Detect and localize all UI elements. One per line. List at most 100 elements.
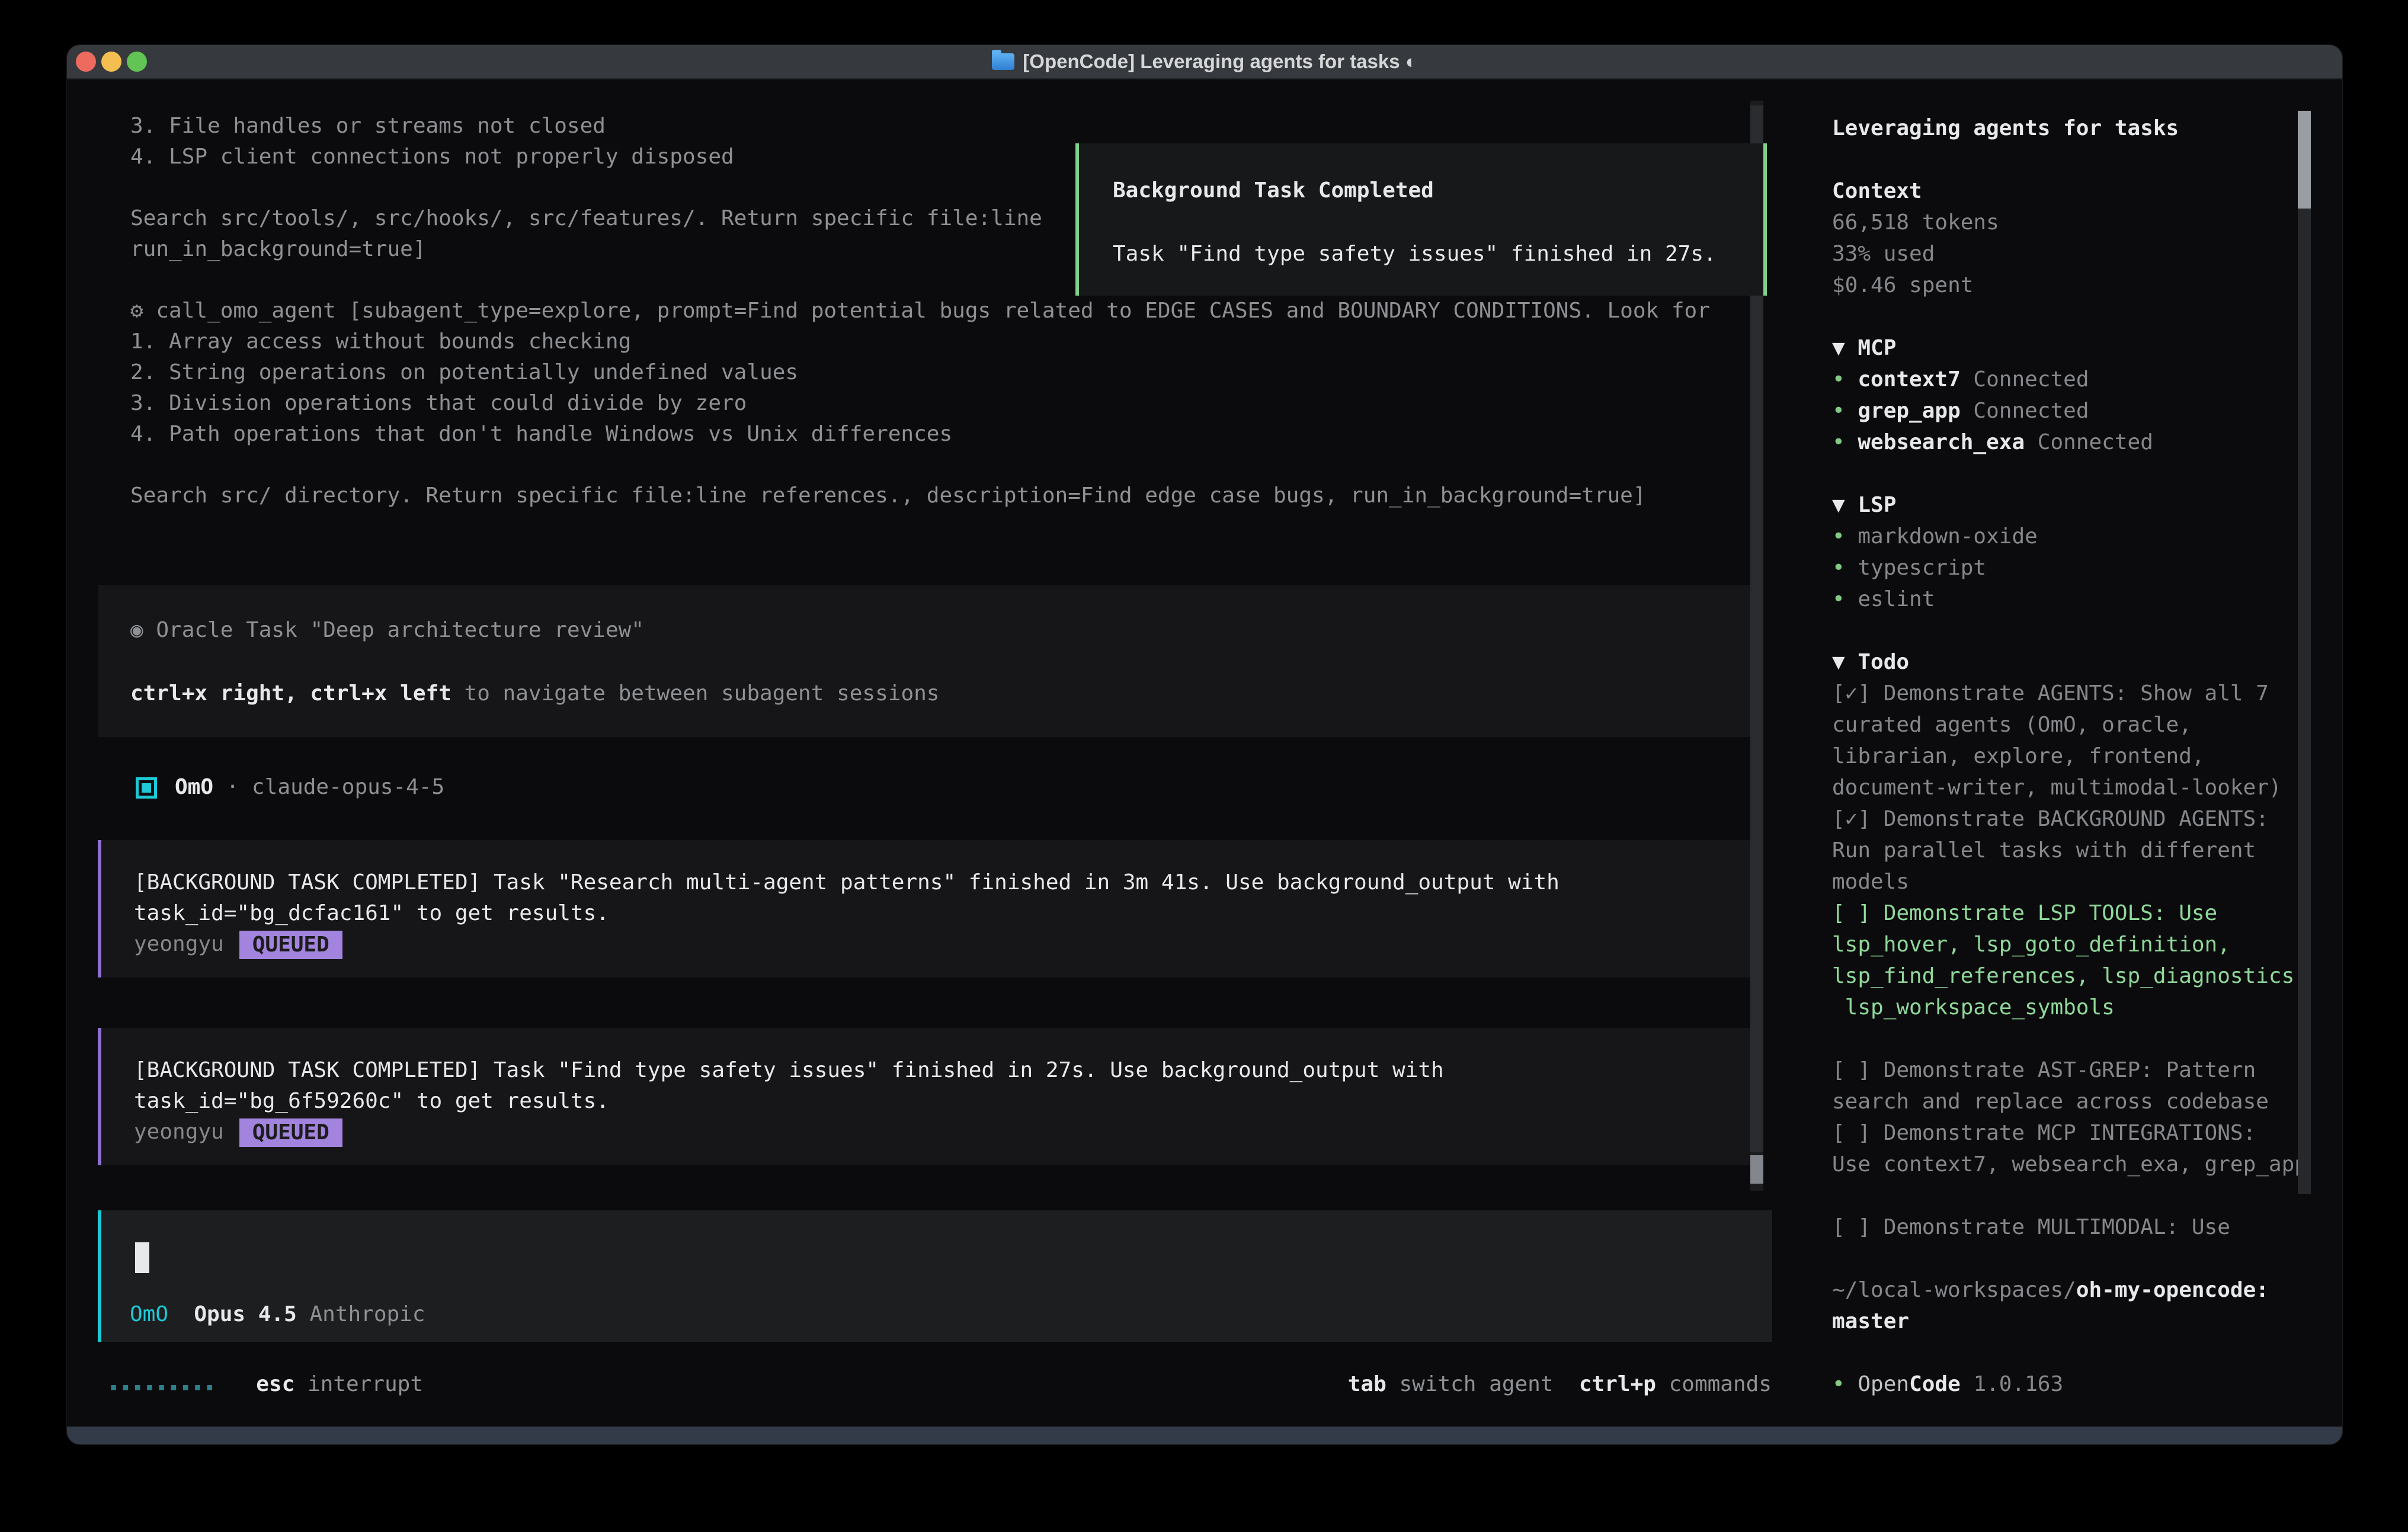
tool-call-text: call_omo_agent [subagent_type=explore, p… [143,299,1710,323]
oracle-bullet-icon: ◉ [130,618,156,642]
todo-line: [✓] Demonstrate AGENTS: Show all 7 [1832,678,2269,709]
tool-call-line: Search src/ directory. Return specific f… [130,480,1646,511]
context-spent: $0.46 spent [1832,270,1973,301]
oracle-task-title: Oracle Task "Deep architecture review" [156,618,644,642]
app-name-bold: Code [1909,1372,1961,1396]
input-agent-label: OmO [130,1302,168,1326]
status-dot-icon: • [1832,587,1858,611]
status-dot-icon: • [1832,556,1858,580]
transcript-line: Search src/tools/, src/hooks/, src/featu… [130,203,1042,234]
titlebar[interactable]: [OpenCode] Leveraging agents for tasks ◐ [67,45,2342,79]
esc-key-hint: esc [256,1372,294,1396]
todo-line: [ ] Demonstrate AST-GREP: Pattern [1832,1055,2256,1086]
todo-line: models [1832,867,1909,898]
terminal-window: [OpenCode] Leveraging agents for tasks ◐… [67,45,2342,1444]
status-dot-icon: • [1832,430,1858,454]
tool-call-item: 1. Array access without bounds checking [130,326,631,357]
sidebar-context-heading: Context [1832,176,1922,207]
statusbar-left: ▪▪▪▪▪▪▪▪▪ esc interrupt [110,1369,423,1400]
minimize-button[interactable] [101,52,121,72]
oracle-task-panel: ◉ Oracle Task "Deep architecture review"… [98,585,1751,737]
message-line: [BACKGROUND TASK COMPLETED] Task "Find t… [134,1055,1444,1086]
todo-line: [ ] Demonstrate MULTIMODAL: Use [1832,1212,2230,1243]
transcript-line: 4. LSP client connections not properly d… [130,142,734,172]
message-author: yeongyu [134,932,224,956]
message-background-task-1: [BACKGROUND TASK COMPLETED] Task "Resear… [98,840,1754,977]
lsp-server-name: markdown-oxide [1858,524,2037,549]
sidebar-scrollbar-thumb[interactable] [2298,111,2311,209]
sidebar-section-mcp[interactable]: ▼ MCP [1832,333,1896,364]
status-badge: QUEUED [239,1118,342,1147]
lsp-server-row: • eslint [1832,584,1935,615]
mcp-server-status: Connected [1961,399,2089,423]
gear-icon: ⚙ [130,299,143,323]
window-bottom-chrome [67,1427,2342,1444]
app-name-light: Open [1858,1372,1909,1396]
input-provider-label: Anthropic [297,1302,425,1326]
mcp-server-row: • grep_app Connected [1832,396,2089,427]
context-used: 33% used [1832,239,1935,270]
tab-key-hint: tab [1348,1372,1386,1396]
mcp-server-name: websearch_exa [1858,430,2025,454]
agent-icon [136,777,157,799]
message-line: task_id="bg_6f59260c" to get results. [134,1086,609,1117]
workspace-path-prefix: ~/local-workspaces/ [1832,1278,2076,1302]
tool-call-item: 4. Path operations that don't handle Win… [130,419,952,450]
tool-call-line: ⚙ call_omo_agent [subagent_type=explore,… [130,296,1710,326]
transcript-line: 3. File handles or streams not closed [130,111,606,142]
model-name: · claude-opus-4-5 [213,775,444,799]
mcp-server-status: Connected [2025,430,2153,454]
todo-line-active: [ ] Demonstrate LSP TOOLS: Use [1832,898,2217,929]
workspace-path: ~/local-workspaces/oh-my-opencode: [1832,1275,2269,1306]
todo-line: [ ] Demonstrate MCP INTEGRATIONS: [1832,1118,2256,1149]
lsp-server-row: • typescript [1832,553,1986,584]
esc-key-label: interrupt [294,1372,423,1396]
todo-line-active: lsp_find_references, lsp_diagnostics, [1832,961,2307,992]
prompt-input[interactable]: OmO Opus 4.5 Anthropic [98,1210,1772,1342]
version-row: • OpenCode 1.0.163 [1832,1369,2063,1400]
transcript-line: run_in_background=true] [130,234,426,265]
status-dot-icon: • [1832,1372,1858,1396]
close-button[interactable] [76,52,96,72]
status-badge: QUEUED [239,931,342,959]
tool-call-item: 3. Division operations that could divide… [130,388,747,419]
mcp-server-name: grep_app [1858,399,1960,423]
status-dot-icon: • [1832,399,1858,423]
todo-line: curated agents (OmO, oracle, [1832,710,2192,741]
todo-line: Run parallel tasks with different [1832,835,2256,866]
shortcut-hint: to navigate between subagent sessions [451,681,940,706]
ctrlp-key-label: commands [1656,1372,1772,1396]
todo-line: Use context7, websearch_exa, grep_app [1832,1149,2307,1180]
sidebar-section-lsp[interactable]: ▼ LSP [1832,490,1896,521]
todo-line: search and replace across codebase [1832,1086,2269,1117]
workspace-branch: master [1832,1306,1909,1337]
todo-line: librarian, explore, frontend, [1832,741,2205,772]
session-header: OmO · claude-opus-4-5 [175,772,444,803]
status-dot-icon: • [1832,524,1858,549]
toast-background-task-completed[interactable]: Background Task Completed Task "Find typ… [1075,143,1767,296]
sidebar-scrollbar[interactable] [2298,111,2311,1194]
todo-line: document-writer, multimodal-looker) [1832,773,2282,803]
tab-key-label: switch agent [1386,1372,1579,1396]
todo-line-active: lsp_workspace_symbols [1832,992,2115,1023]
message-background-task-2: [BACKGROUND TASK COMPLETED] Task "Find t… [98,1028,1754,1165]
text-cursor [135,1242,149,1273]
main-scrollbar-thumb-bright[interactable] [1750,1155,1763,1184]
zoom-button[interactable] [127,52,147,72]
todo-line: [✓] Demonstrate BACKGROUND AGENTS: [1832,804,2269,835]
sidebar-session-title: Leveraging agents for tasks [1832,113,2179,144]
mcp-server-row: • context7 Connected [1832,364,2089,395]
lsp-server-row: • markdown-oxide [1832,521,2038,552]
message-line: task_id="bg_dcfac161" to get results. [134,898,609,929]
statusbar-right: tab switch agent ctrl+p commands [1348,1369,1772,1400]
agent-name: OmO [175,775,213,799]
shortcut-keys: ctrl+x right, ctrl+x left [130,681,451,706]
ctrlp-key-hint: ctrl+p [1579,1372,1656,1396]
sidebar-section-todo[interactable]: ▼ Todo [1832,647,1909,678]
message-line: [BACKGROUND TASK COMPLETED] Task "Resear… [134,867,1560,898]
toast-body: Task "Find type safety issues" finished … [1113,239,1717,270]
folder-icon [992,53,1014,70]
todo-line-active: lsp_hover, lsp_goto_definition, [1832,930,2230,960]
spinner-dots-icon: ▪▪▪▪▪▪▪▪▪ [110,1380,217,1395]
mcp-server-name: context7 [1858,367,1960,392]
